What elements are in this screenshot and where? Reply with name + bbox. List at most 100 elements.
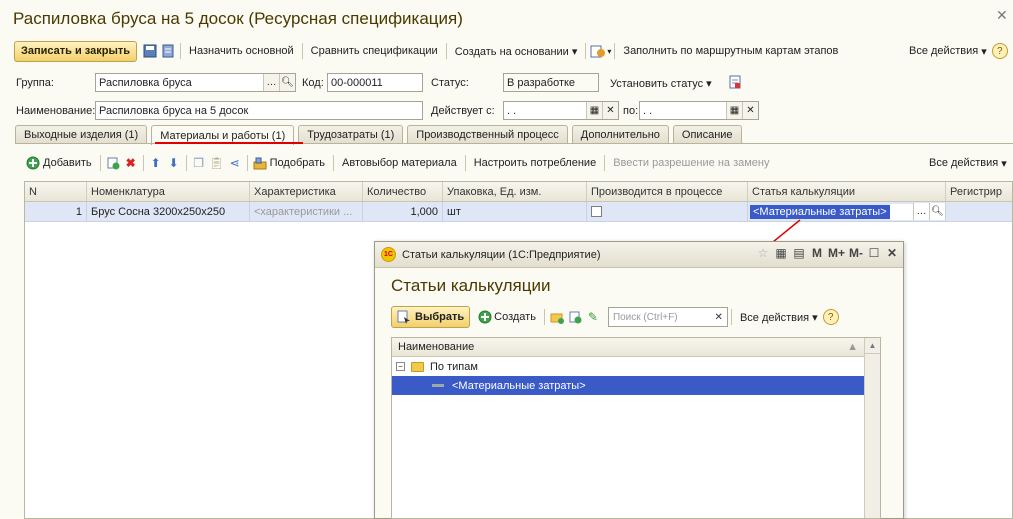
tab-production-process[interactable]: Производственный процесс — [407, 125, 568, 144]
valid-from-field[interactable]: . . ▦ ✕ — [503, 101, 619, 120]
copy-add-icon[interactable] — [104, 154, 122, 172]
cell-n: 1 — [25, 202, 87, 221]
column-header-in-process[interactable]: Производится в процессе — [587, 182, 748, 201]
tab-bar: Выходные изделия (1) Материалы и работы … — [15, 125, 746, 145]
document-icon[interactable] — [726, 73, 744, 91]
delete-icon[interactable]: ✖ — [122, 154, 140, 172]
tab-labor[interactable]: Трудозатраты (1) — [298, 125, 404, 144]
calendar-icon[interactable]: ▤ — [792, 246, 806, 260]
close-icon[interactable]: ✕ — [885, 246, 899, 260]
column-header-register[interactable]: Регистрир — [946, 182, 1012, 201]
clear-icon[interactable]: ✕ — [742, 102, 758, 119]
separator — [246, 155, 248, 171]
set-main-button[interactable]: Назначить основной — [184, 45, 299, 57]
calendar-icon[interactable]: ▦ — [586, 102, 602, 119]
create-button[interactable]: Создать — [494, 311, 541, 323]
table-all-actions-menu[interactable]: Все действия ▾ — [929, 151, 1007, 175]
move-up-icon[interactable]: ⬆ — [147, 154, 165, 172]
table-row[interactable]: 1 Брус Сосна 3200х250х250 <характеристик… — [25, 202, 1012, 222]
select-button[interactable]: Выбрать — [391, 306, 471, 328]
collapse-icon[interactable]: − — [396, 362, 405, 371]
ellipsis-button[interactable]: … — [913, 203, 929, 220]
column-header-characteristic[interactable]: Характеристика — [250, 182, 363, 201]
report-icon[interactable] — [589, 42, 607, 60]
column-header-name[interactable]: Наименование — [398, 341, 474, 353]
memory-minus-button[interactable]: M- — [849, 246, 863, 260]
search-icon[interactable]: 🔍︎ — [279, 74, 295, 91]
search-input[interactable]: Поиск (Ctrl+F) ✕ — [607, 307, 728, 327]
cell-quantity[interactable]: 1,000 — [363, 202, 443, 221]
share-icon[interactable]: ⋖ — [226, 154, 244, 172]
set-consumption-button[interactable]: Настроить потребление — [469, 157, 601, 169]
tree-group-row[interactable]: − По типам — [392, 357, 864, 376]
vertical-scrollbar[interactable]: ▲ — [864, 338, 880, 518]
column-header-cost-item[interactable]: Статья калькуляции — [748, 182, 946, 201]
pick-icon[interactable] — [251, 154, 269, 172]
search-icon[interactable]: 🔍︎ — [929, 203, 945, 220]
paste-icon[interactable]: 📋︎ — [208, 154, 226, 172]
save-icon[interactable] — [141, 42, 159, 60]
move-down-icon[interactable]: ⬇ — [165, 154, 183, 172]
save-close-button[interactable]: Записать и закрыть — [14, 40, 138, 62]
favorite-icon[interactable]: ☆ — [756, 246, 770, 260]
copy-icon[interactable]: ❐ — [190, 154, 208, 172]
cell-unit[interactable]: шт — [443, 202, 587, 221]
create-based-button[interactable]: Создать на основании ▾ — [450, 45, 583, 58]
close-icon[interactable]: ✕ — [996, 7, 1008, 24]
code-value: 00-000011 — [331, 76, 383, 89]
calculator-icon[interactable]: ▦ — [774, 246, 788, 260]
tab-output-products[interactable]: Выходные изделия (1) — [15, 125, 148, 144]
group-label: Группа: — [16, 77, 54, 89]
valid-to-field[interactable]: . . ▦ ✕ — [639, 101, 759, 120]
sort-icon[interactable]: ▲ — [847, 341, 858, 353]
maximize-icon[interactable]: ☐ — [867, 246, 881, 260]
calendar-icon[interactable]: ▦ — [726, 102, 742, 119]
add-button[interactable]: Добавить — [42, 157, 97, 169]
create-folder-icon[interactable] — [548, 308, 566, 326]
tab-additional[interactable]: Дополнительно — [571, 125, 669, 144]
clear-icon[interactable]: ✕ — [602, 102, 618, 119]
add-icon[interactable] — [24, 154, 42, 172]
edit-pencil-icon[interactable]: ✎ — [584, 308, 602, 326]
scroll-up-icon[interactable]: ▲ — [865, 338, 880, 354]
separator — [543, 309, 545, 325]
column-header-n[interactable]: N — [25, 182, 87, 201]
ellipsis-button[interactable]: … — [263, 74, 279, 91]
clear-icon[interactable]: ✕ — [715, 312, 723, 323]
fill-routes-button[interactable]: Заполнить по маршрутным картам этапов — [618, 45, 843, 57]
copy-add-icon[interactable] — [566, 308, 584, 326]
tree-item-row[interactable]: <Материальные затраты> — [392, 376, 864, 395]
cell-cost-item[interactable]: <Материальные затраты> … 🔍︎ — [748, 202, 946, 221]
chevron-down-icon[interactable]: ▾ — [607, 47, 611, 56]
in-process-checkbox[interactable] — [591, 206, 602, 217]
separator — [185, 155, 187, 171]
list-icon[interactable] — [159, 42, 177, 60]
dialog-all-actions-menu[interactable]: Все действия ▾ — [735, 311, 823, 324]
column-header-quantity[interactable]: Количество — [363, 182, 443, 201]
memory-plus-button[interactable]: M+ — [828, 246, 845, 260]
column-header-nomenclature[interactable]: Номенклатура — [87, 182, 250, 201]
create-icon[interactable] — [476, 308, 494, 326]
cell-characteristic[interactable]: <характеристики ... — [250, 202, 363, 221]
column-header-unit[interactable]: Упаковка, Ед. изм. — [443, 182, 587, 201]
cell-nomenclature[interactable]: Брус Сосна 3200х250х250 — [87, 202, 250, 221]
folder-icon — [411, 361, 424, 372]
set-status-button[interactable]: Установить статус ▾ — [610, 77, 712, 90]
all-actions-menu[interactable]: Все действия ▾ ? — [909, 39, 1008, 63]
help-icon[interactable]: ? — [822, 309, 839, 325]
cell-register — [946, 202, 1012, 221]
tab-description[interactable]: Описание — [672, 125, 742, 144]
memory-m-button[interactable]: M — [810, 246, 824, 260]
help-icon[interactable]: ? — [991, 43, 1008, 59]
code-field[interactable]: 00-000011 — [327, 73, 423, 92]
compare-button[interactable]: Сравнить спецификации — [306, 45, 443, 57]
allow-replacement-button[interactable]: Ввести разрешение на замену — [608, 157, 774, 169]
name-field[interactable]: Распиловка бруса на 5 досок — [95, 101, 423, 120]
dialog-toolbar: Выбрать Создать ✎ Поиск (Ctrl+F) ✕ Все д… — [391, 306, 839, 328]
auto-pick-button[interactable]: Автовыбор материала — [337, 157, 462, 169]
status-field: В разработке — [503, 73, 599, 92]
all-actions-label: Все действия — [909, 45, 979, 57]
pick-button[interactable]: Подобрать — [269, 157, 330, 169]
window-title: Распиловка бруса на 5 досок (Ресурсная с… — [13, 9, 463, 28]
group-field[interactable]: Распиловка бруса … 🔍︎ — [95, 73, 296, 92]
